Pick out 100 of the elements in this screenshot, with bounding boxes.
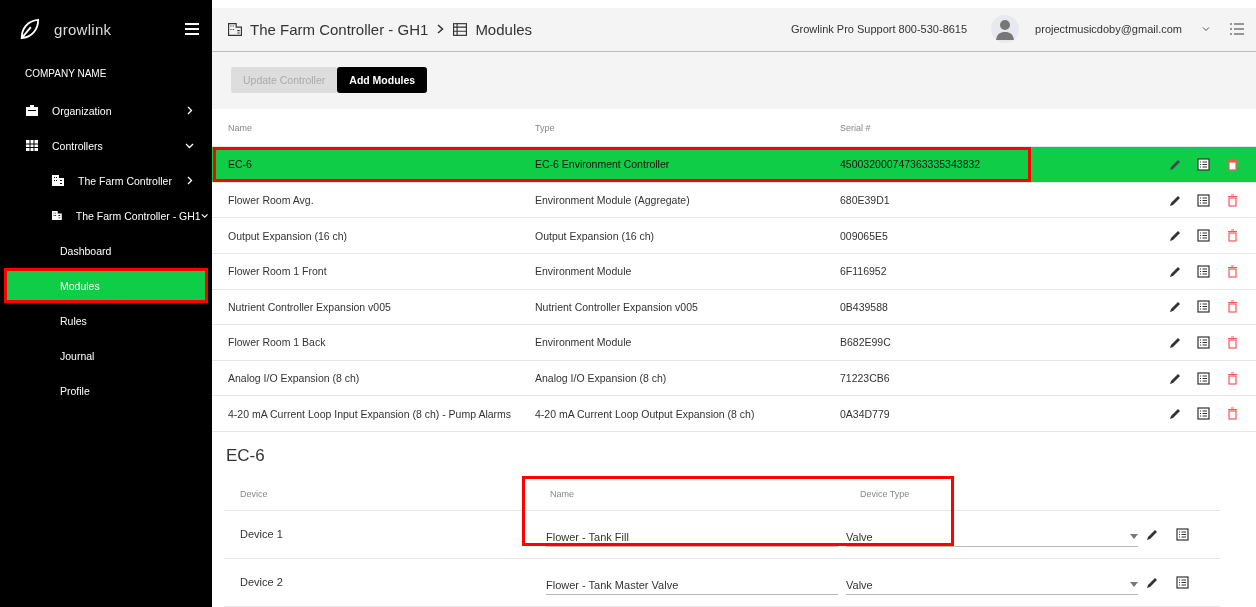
table-cell-text: Output Expansion (16 ch) <box>228 229 349 242</box>
pencil-icon[interactable] <box>1169 300 1182 314</box>
table-cell-text: Nutrient Controller Expansion v005 <box>535 300 699 313</box>
type-dropdown[interactable]: Valve <box>846 521 1138 548</box>
details-icon[interactable] <box>1197 264 1210 278</box>
trash-icon[interactable] <box>1226 157 1239 171</box>
menu-icon[interactable] <box>184 22 200 36</box>
table-cell-text: 0A34D779 <box>840 407 891 420</box>
pencil-icon[interactable] <box>1169 264 1182 278</box>
chevron-right-icon <box>436 23 446 36</box>
name-field[interactable]: Flower - Tank Fill <box>546 521 838 548</box>
details-icon[interactable] <box>1197 371 1210 385</box>
pencil-icon[interactable] <box>1169 371 1182 385</box>
dropdown-arrow-icon <box>1130 534 1138 540</box>
dropdown-arrow-icon <box>1130 582 1138 588</box>
company-name: COMPANY NAME <box>24 67 108 81</box>
details-icon[interactable] <box>1197 193 1210 207</box>
details-icon[interactable] <box>1197 229 1210 243</box>
sidebar-item[interactable]: The Farm Controller - GH1 <box>0 198 212 233</box>
office-icon <box>228 22 242 36</box>
sidebar-item[interactable]: Organization <box>0 93 212 128</box>
table-cell-text: 6F116952 <box>840 265 888 278</box>
table-cell-text: EC-6 <box>228 158 253 171</box>
grid-icon <box>26 140 38 151</box>
table-cell-text: Environment Module <box>535 265 633 278</box>
avatar-icon[interactable] <box>991 15 1020 44</box>
list-menu-icon[interactable] <box>1230 23 1244 36</box>
details-icon[interactable] <box>1197 157 1210 171</box>
pencil-icon[interactable] <box>1169 229 1182 243</box>
trash-icon[interactable] <box>1226 264 1239 278</box>
table-cell-text: 0B439588 <box>840 300 889 313</box>
building-icon <box>26 105 38 116</box>
details-icon[interactable] <box>1176 528 1189 541</box>
table-cell-text: 009065E5 <box>840 229 889 242</box>
trash-icon[interactable] <box>1226 371 1239 385</box>
table-cell-text: 71223CB6 <box>840 372 891 385</box>
table-cell-text: 680E39D1 <box>840 194 891 206</box>
table-row[interactable]: Flower Room 1 Front Environment Module 6F116952 <box>212 253 1256 290</box>
table-cell-text: 4-20 mA Current Loop Input Expansion (8 ch) - Pump Alarms <box>228 407 513 420</box>
name-field[interactable]: Flower - Tank Master Valve <box>546 569 838 596</box>
table-row[interactable]: Analog I/O Expansion (8 ch) Analog I/O Expansion (8 ch) 71223CB6 <box>212 360 1256 397</box>
sidebar-item[interactable]: Dashboard <box>0 233 212 268</box>
sidebar-item[interactable]: The Farm Controller <box>0 163 212 198</box>
table-cell-text: Analog I/O Expansion (8 ch) <box>535 372 668 385</box>
chevron-right-icon[interactable] <box>185 106 194 115</box>
sidebar-item[interactable]: Journal <box>0 338 212 373</box>
table-row[interactable]: Flower Room Avg. Environment Module (Aggregate) 680E39D1 <box>212 182 1256 219</box>
pencil-icon[interactable] <box>1146 528 1159 541</box>
table-cell-text: Flower Room 1 Front <box>228 265 328 278</box>
toolbar-button[interactable]: Add Modules <box>337 67 428 94</box>
chevron-right-icon[interactable] <box>185 176 194 185</box>
column-header: Device Type <box>859 489 910 499</box>
table-cell-text: Nutrient Controller Expansion v005 <box>228 300 392 313</box>
table-cell-text: Environment Module (Aggregate) <box>535 194 691 206</box>
table-cell-text: EC-6 Environment Controller <box>535 158 671 171</box>
column-header: Device <box>240 489 268 499</box>
table-cell-text: Flower Room Avg. <box>228 194 315 206</box>
table-cell: Device 2 <box>240 576 283 589</box>
table-row[interactable]: EC-6 EC-6 Environment Controller 450032000747363335343832 <box>212 147 1256 183</box>
sidebar-item[interactable]: Profile <box>0 373 212 408</box>
table-row[interactable]: Output Expansion (16 ch) Output Expansion (16 ch) 009065E5 <box>212 218 1256 254</box>
support-text: Growlink Pro Support 800-530-8615 <box>791 23 968 36</box>
details-icon[interactable] <box>1176 576 1189 589</box>
details-icon[interactable] <box>1197 335 1210 349</box>
sidebar-item[interactable]: Rules <box>0 303 212 338</box>
breadcrumb-link[interactable]: Modules <box>475 20 533 38</box>
leaf-logo-icon <box>18 18 40 40</box>
trash-icon[interactable] <box>1226 193 1239 207</box>
section-title: EC-6 <box>225 445 266 467</box>
chevron-down-icon[interactable] <box>200 211 208 220</box>
trash-icon[interactable] <box>1226 300 1239 314</box>
table-cell-text: Analog I/O Expansion (8 ch) <box>228 372 361 385</box>
sidebar-item[interactable]: Controllers <box>0 128 212 163</box>
pencil-icon[interactable] <box>1169 193 1182 207</box>
table-row[interactable]: 4-20 mA Current Loop Input Expansion (8 ch) - Pump Alarms 4-20 mA Current Loop Output Expansion (8 ch) 0A34D779 <box>212 396 1256 432</box>
list-icon <box>453 22 468 36</box>
trash-icon[interactable] <box>1226 229 1239 243</box>
pencil-icon[interactable] <box>1169 335 1182 349</box>
table-cell-text: Flower Room 1 Back <box>228 336 327 349</box>
type-dropdown[interactable]: Valve <box>846 569 1138 596</box>
table-row[interactable]: Nutrient Controller Expansion v005 Nutrient Controller Expansion v005 0B439588 <box>212 289 1256 326</box>
breadcrumb-link[interactable]: The Farm Controller - GH1 <box>250 20 429 38</box>
chevron-down-icon[interactable] <box>185 141 194 150</box>
details-icon[interactable] <box>1197 300 1210 314</box>
table-cell-text: Output Expansion (16 ch) <box>535 229 656 242</box>
column-header: Name <box>549 489 574 499</box>
details-icon[interactable] <box>1197 407 1210 421</box>
user-email[interactable]: projectmusicdoby@gmail.com <box>1035 23 1182 36</box>
table-cell-text: Environment Module <box>535 336 633 349</box>
pencil-icon[interactable] <box>1146 576 1159 589</box>
trash-icon[interactable] <box>1226 335 1239 349</box>
table-row[interactable]: Flower Room 1 Back Environment Module B682E99C <box>212 325 1256 361</box>
trash-icon[interactable] <box>1226 407 1239 421</box>
brand-name: growlink <box>54 20 113 38</box>
table-cell: Device 1 <box>240 528 283 541</box>
table-cell-text: 450032000747363335343832 <box>840 158 982 171</box>
pencil-icon[interactable] <box>1169 407 1182 421</box>
column-header: Type <box>535 122 556 133</box>
office-icon <box>52 175 64 186</box>
column-header: Serial # <box>840 122 872 133</box>
